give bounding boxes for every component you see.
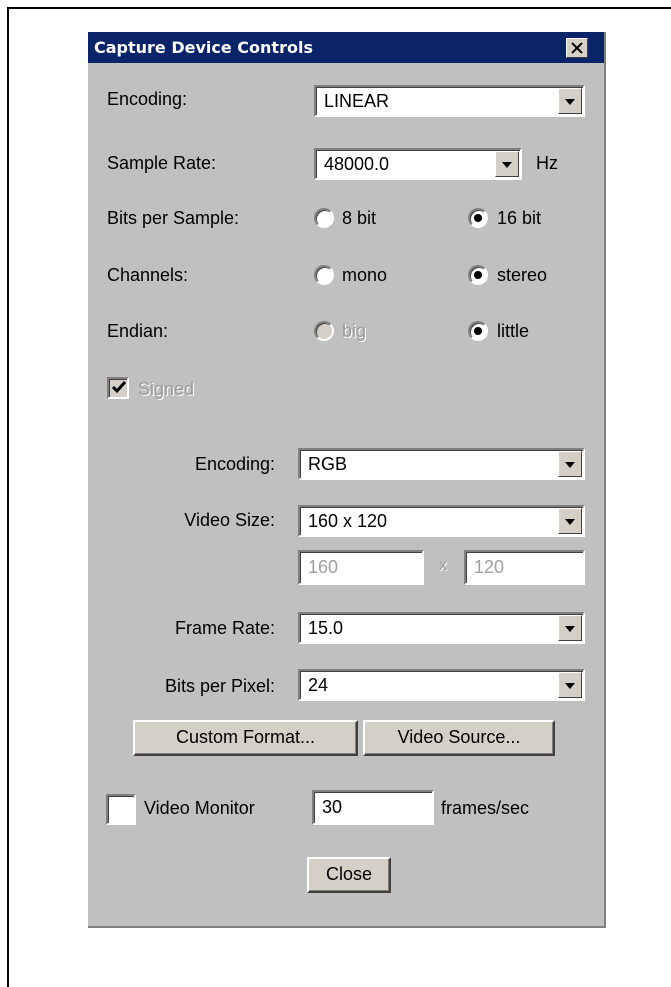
radio-little[interactable] [468, 321, 488, 341]
chevron-down-icon[interactable] [558, 508, 582, 534]
size-times-sign: x [439, 557, 447, 574]
radio-selected-dot [474, 214, 482, 222]
audio-encoding-label: Encoding: [107, 89, 188, 109]
video-source-button[interactable]: Video Source... [363, 720, 555, 756]
chevron-down-icon[interactable] [558, 615, 582, 641]
audio-encoding-value: LINEAR [324, 91, 390, 111]
frame-rate-label: Frame Rate: [174, 618, 275, 638]
video-size-label: Video Size: [184, 510, 275, 530]
radio-stereo[interactable] [468, 265, 488, 285]
frame-rate-dropdown[interactable]: 15.0 [298, 612, 585, 644]
frames-per-sec-unit: frames/sec [441, 798, 530, 818]
frames-per-sec-value: 30 [322, 797, 343, 817]
video-encoding-value: RGB [308, 454, 348, 474]
radio-stereo-label: stereo [497, 265, 548, 285]
bits-per-sample-label: Bits per Sample: [107, 208, 240, 228]
chevron-down-icon[interactable] [558, 672, 582, 698]
endian-label: Endian: [107, 321, 169, 341]
close-button[interactable]: Close [307, 857, 391, 893]
radio-selected-dot [474, 271, 482, 279]
sample-rate-combo[interactable]: 48000.0 [314, 148, 522, 180]
channels-label: Channels: [107, 265, 189, 285]
signed-checkbox[interactable] [107, 377, 129, 399]
radio-16-bit[interactable] [468, 208, 488, 228]
bits-per-pixel-dropdown[interactable]: 24 [298, 669, 585, 701]
video-encoding-label: Encoding: [194, 454, 275, 474]
radio-mono-label: mono [342, 265, 388, 285]
sample-rate-unit: Hz [536, 153, 558, 173]
radio-8-bit-label: 8 bit [342, 208, 377, 228]
capture-device-controls-dialog: Capture Device Controls Encoding: LINEAR… [88, 32, 606, 928]
audio-encoding-dropdown[interactable]: LINEAR [314, 85, 585, 117]
video-width-field[interactable]: 160 [298, 550, 424, 585]
frame-rate-value: 15.0 [308, 618, 344, 638]
chevron-down-icon[interactable] [495, 151, 519, 177]
signed-label: Signed [138, 379, 195, 399]
checkmark-icon [111, 381, 127, 394]
radio-big-label: big [342, 321, 367, 341]
radio-little-label: little [497, 321, 530, 341]
window-title: Capture Device Controls [94, 38, 313, 57]
video-monitor-label: Video Monitor [144, 798, 255, 818]
radio-big[interactable] [314, 321, 334, 341]
radio-8-bit[interactable] [314, 208, 334, 228]
screen-border-top [7, 7, 671, 9]
video-encoding-dropdown[interactable]: RGB [298, 448, 585, 480]
video-monitor-checkbox[interactable] [106, 794, 136, 825]
sample-rate-value: 48000.0 [324, 154, 390, 174]
frames-per-sec-field[interactable]: 30 [312, 790, 434, 825]
bits-per-pixel-value: 24 [308, 675, 329, 695]
radio-16-bit-label: 16 bit [497, 208, 542, 228]
close-icon[interactable] [566, 38, 588, 58]
sample-rate-label: Sample Rate: [107, 153, 217, 173]
chevron-down-icon[interactable] [558, 451, 582, 477]
title-bar[interactable]: Capture Device Controls [88, 32, 604, 63]
video-height-value: 120 [474, 557, 505, 577]
radio-mono[interactable] [314, 265, 334, 285]
video-height-field[interactable]: 120 [464, 550, 585, 585]
chevron-down-icon[interactable] [558, 88, 582, 114]
custom-format-button[interactable]: Custom Format... [133, 720, 358, 756]
video-width-value: 160 [308, 557, 339, 577]
bits-per-pixel-label: Bits per Pixel: [164, 676, 275, 696]
screen-border-left [7, 7, 9, 987]
radio-selected-dot [474, 327, 482, 335]
video-size-dropdown[interactable]: 160 x 120 [298, 505, 585, 537]
video-size-value: 160 x 120 [308, 511, 388, 531]
